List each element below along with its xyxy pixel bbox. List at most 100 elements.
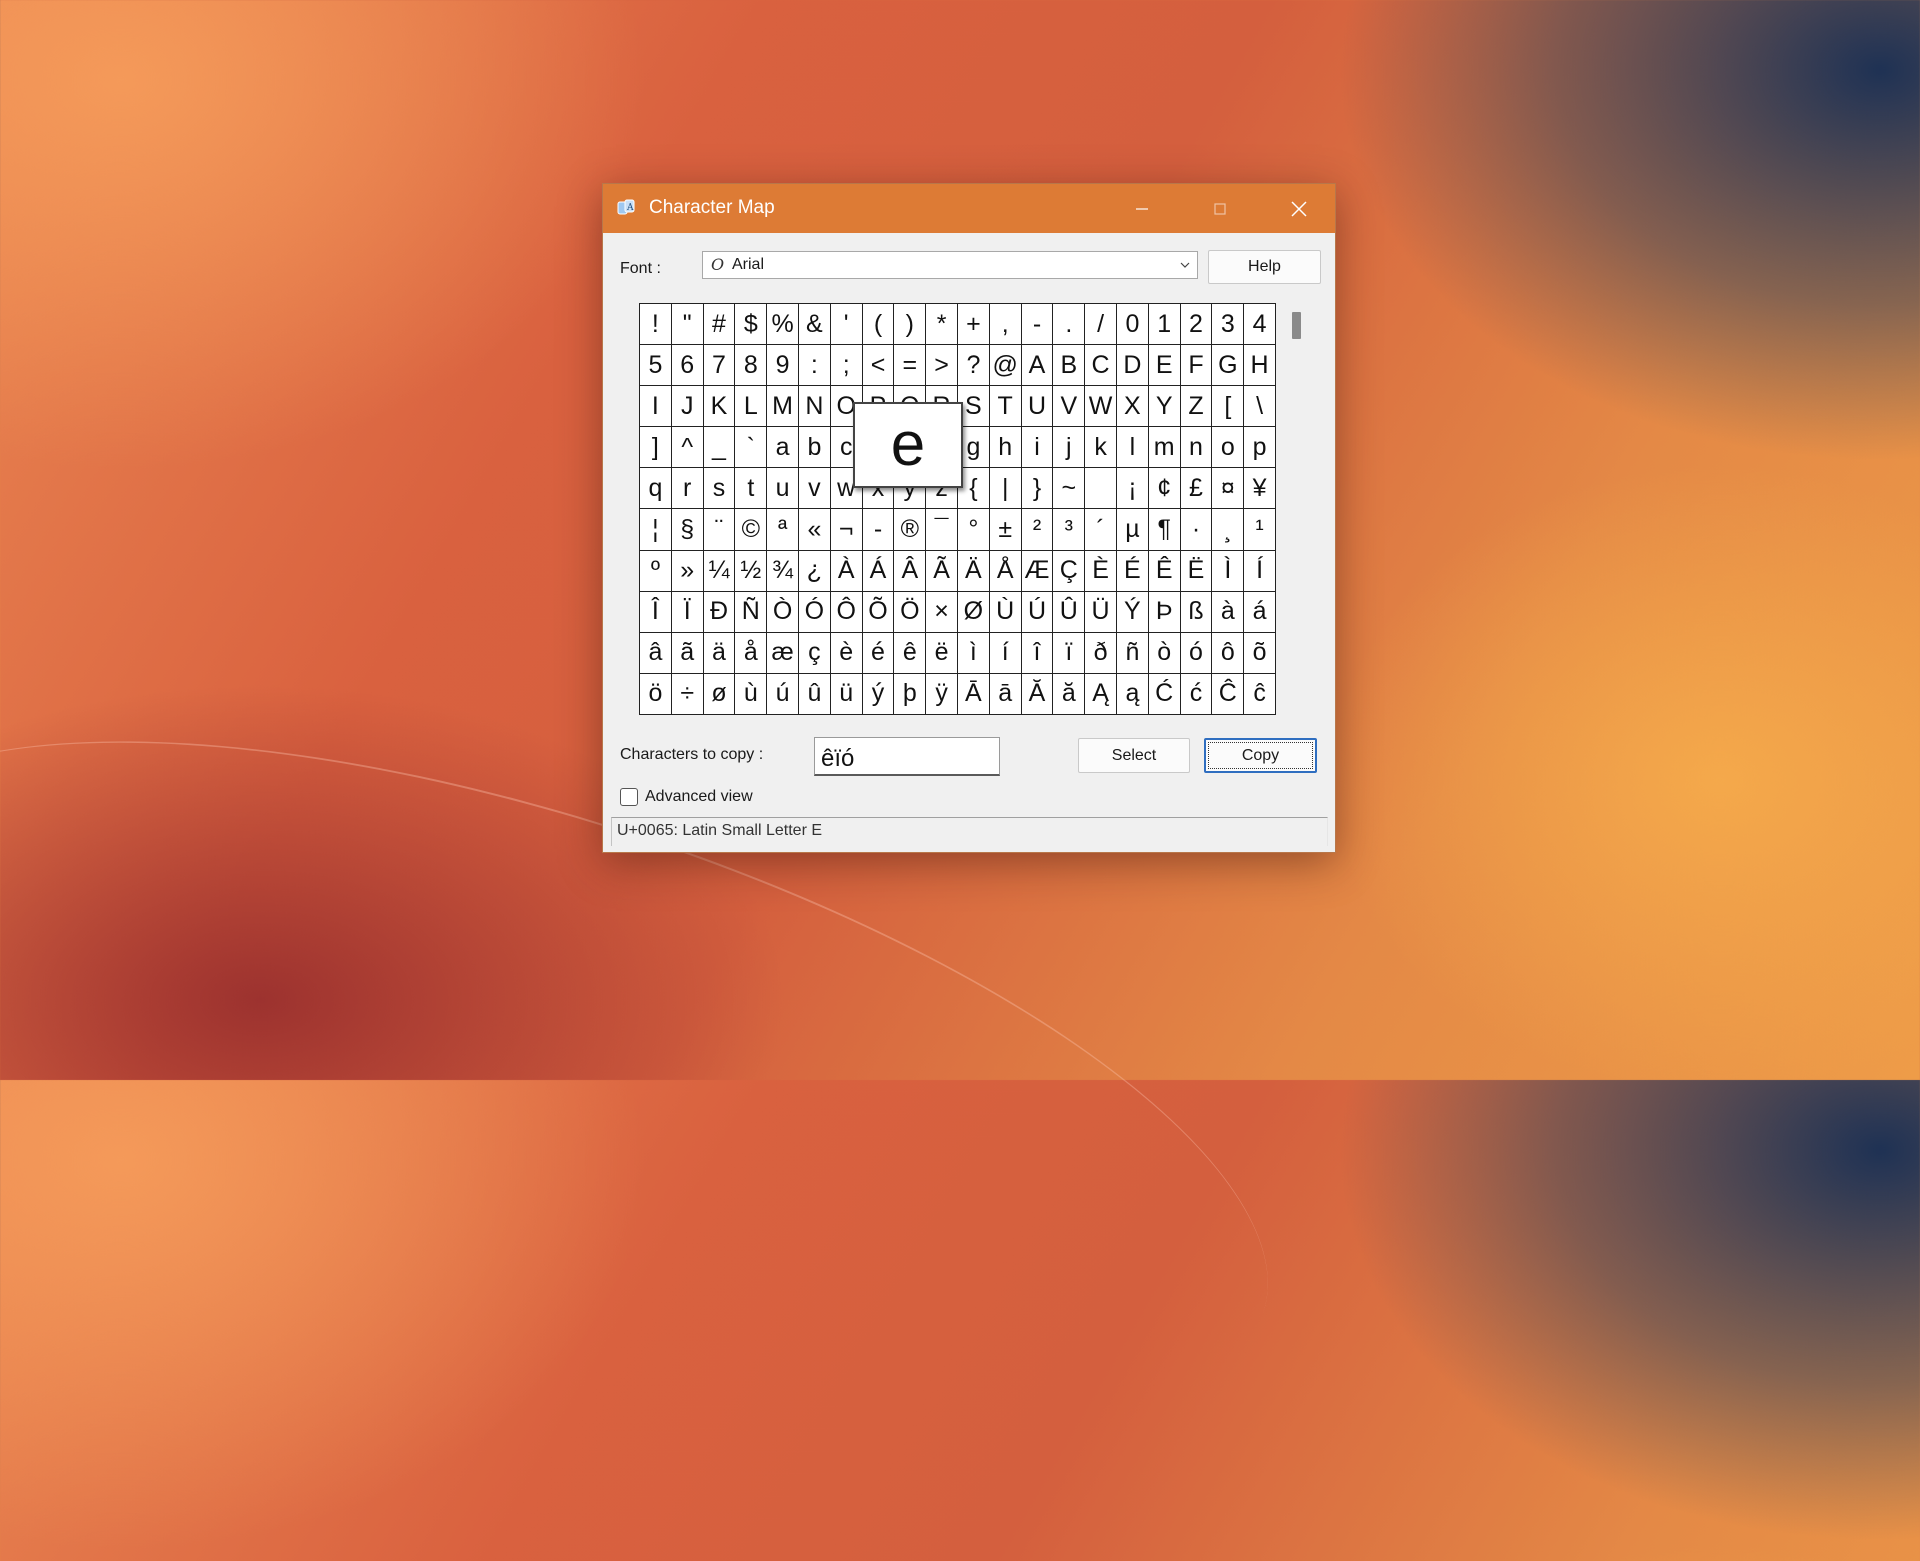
font-dropdown[interactable]: O Arial bbox=[702, 251, 1198, 279]
character-cell[interactable]: ç bbox=[798, 632, 831, 674]
character-cell[interactable]: < bbox=[862, 345, 895, 387]
character-cell[interactable]: V bbox=[1053, 386, 1086, 428]
character-cell[interactable]: Ë bbox=[1180, 550, 1213, 592]
character-cell[interactable]: Ð bbox=[703, 591, 736, 633]
character-cell[interactable]: ì bbox=[957, 632, 990, 674]
character-cell[interactable]: p bbox=[1244, 427, 1276, 469]
character-cell[interactable]: ù bbox=[735, 673, 768, 715]
select-button[interactable]: Select bbox=[1078, 738, 1190, 773]
character-cell[interactable]: W bbox=[1085, 386, 1117, 428]
character-cell[interactable]: 6 bbox=[671, 345, 704, 387]
character-cell[interactable]: ^ bbox=[671, 427, 704, 469]
character-cell[interactable]: s bbox=[703, 468, 736, 510]
character-cell[interactable]: Î bbox=[640, 591, 672, 633]
grid-scrollbar[interactable] bbox=[1289, 303, 1301, 715]
character-cell[interactable]: Å bbox=[989, 550, 1022, 592]
character-cell[interactable]: ¯ bbox=[926, 509, 958, 551]
character-cell[interactable]: T bbox=[989, 386, 1022, 428]
character-cell[interactable]: C bbox=[1085, 345, 1117, 387]
character-cell[interactable]: Ñ bbox=[735, 591, 768, 633]
character-cell[interactable]: 0 bbox=[1116, 304, 1149, 346]
character-cell[interactable]: § bbox=[671, 509, 704, 551]
character-cell[interactable]: ó bbox=[1180, 632, 1213, 674]
maximize-button[interactable] bbox=[1184, 184, 1256, 233]
advanced-view-label[interactable]: Advanced view bbox=[645, 788, 753, 806]
character-cell[interactable]: n bbox=[1180, 427, 1213, 469]
character-cell[interactable]: Ø bbox=[957, 591, 990, 633]
character-cell[interactable]: H bbox=[1244, 345, 1276, 387]
character-cell[interactable]: + bbox=[957, 304, 990, 346]
character-cell[interactable]: t bbox=[735, 468, 768, 510]
character-cell[interactable]: _ bbox=[703, 427, 736, 469]
character-cell[interactable]: ø bbox=[703, 673, 736, 715]
help-button[interactable]: Help bbox=[1208, 250, 1321, 284]
character-cell[interactable]: 2 bbox=[1180, 304, 1213, 346]
character-cell[interactable]: * bbox=[926, 304, 958, 346]
character-cell[interactable]: ¿ bbox=[798, 550, 831, 592]
character-cell[interactable]: ¹ bbox=[1244, 509, 1276, 551]
character-cell[interactable]: ³ bbox=[1053, 509, 1086, 551]
character-cell[interactable]: j bbox=[1053, 427, 1086, 469]
character-cell[interactable]: » bbox=[671, 550, 704, 592]
character-cell[interactable]: ĉ bbox=[1244, 673, 1276, 715]
character-cell[interactable]: B bbox=[1053, 345, 1086, 387]
copy-button[interactable]: Copy bbox=[1204, 738, 1317, 773]
character-cell[interactable]: û bbox=[798, 673, 831, 715]
character-cell[interactable]: 9 bbox=[767, 345, 799, 387]
character-cell[interactable]: è bbox=[830, 632, 863, 674]
character-cell[interactable]: - bbox=[862, 509, 895, 551]
scrollbar-thumb[interactable] bbox=[1292, 312, 1301, 339]
character-cell[interactable]: I bbox=[640, 386, 672, 428]
character-cell[interactable]: b bbox=[798, 427, 831, 469]
character-cell[interactable]: º bbox=[640, 550, 672, 592]
character-cell[interactable]: Ì bbox=[1212, 550, 1245, 592]
minimize-button[interactable] bbox=[1106, 184, 1178, 233]
character-cell[interactable]: ? bbox=[957, 345, 990, 387]
character-cell[interactable]: / bbox=[1085, 304, 1117, 346]
character-grid[interactable]: ! " # $% & '() * +, -./0 1 2 3 4 5 6 7 8 9:; < = >? @ A B C D E F G H… bbox=[639, 303, 1276, 715]
character-cell[interactable]: ú bbox=[767, 673, 799, 715]
advanced-view-checkbox[interactable] bbox=[620, 788, 638, 806]
character-cell[interactable]: á bbox=[1244, 591, 1276, 633]
character-cell[interactable]: Ü bbox=[1085, 591, 1117, 633]
character-cell[interactable]: ² bbox=[1021, 509, 1054, 551]
character-cell[interactable]: Ó bbox=[798, 591, 831, 633]
character-cell[interactable]: F bbox=[1180, 345, 1213, 387]
character-cell[interactable]: Õ bbox=[862, 591, 895, 633]
character-cell[interactable]: ¸ bbox=[1212, 509, 1245, 551]
character-cell[interactable]: Ć bbox=[1148, 673, 1181, 715]
character-cell[interactable]: r bbox=[671, 468, 704, 510]
character-cell[interactable]: | bbox=[989, 468, 1022, 510]
character-cell[interactable]: î bbox=[1021, 632, 1054, 674]
character-cell[interactable]: ´ bbox=[1085, 509, 1117, 551]
character-cell[interactable]: Û bbox=[1053, 591, 1086, 633]
close-button[interactable] bbox=[1263, 184, 1335, 233]
character-cell[interactable]: ÷ bbox=[671, 673, 704, 715]
character-cell[interactable]: þ bbox=[894, 673, 927, 715]
character-cell[interactable]: ò bbox=[1148, 632, 1181, 674]
character-cell[interactable]: ! bbox=[640, 304, 672, 346]
character-cell[interactable]: ¨ bbox=[703, 509, 736, 551]
character-cell[interactable]: ý bbox=[862, 673, 895, 715]
character-cell[interactable]: Ï bbox=[671, 591, 704, 633]
character-cell[interactable]: - bbox=[1021, 304, 1054, 346]
character-cell[interactable]: ® bbox=[894, 509, 927, 551]
character-cell[interactable]: h bbox=[989, 427, 1022, 469]
character-cell[interactable]: ` bbox=[735, 427, 768, 469]
character-cell[interactable]: é bbox=[862, 632, 895, 674]
character-cell[interactable]: ª bbox=[767, 509, 799, 551]
character-cell[interactable]: Ä bbox=[957, 550, 990, 592]
character-cell[interactable]: æ bbox=[767, 632, 799, 674]
character-cell[interactable]: > bbox=[926, 345, 958, 387]
character-cell[interactable]: ¥ bbox=[1244, 468, 1276, 510]
character-cell[interactable]: & bbox=[798, 304, 831, 346]
character-cell[interactable]: õ bbox=[1244, 632, 1276, 674]
character-cell[interactable]: v bbox=[798, 468, 831, 510]
character-cell[interactable]: « bbox=[798, 509, 831, 551]
character-cell[interactable]: 7 bbox=[703, 345, 736, 387]
character-cell[interactable]: . bbox=[1053, 304, 1086, 346]
character-cell[interactable]: ê bbox=[894, 632, 927, 674]
character-cell[interactable]: A bbox=[1021, 345, 1054, 387]
character-cell[interactable]: Ă bbox=[1021, 673, 1054, 715]
character-cell[interactable]: 3 bbox=[1212, 304, 1245, 346]
